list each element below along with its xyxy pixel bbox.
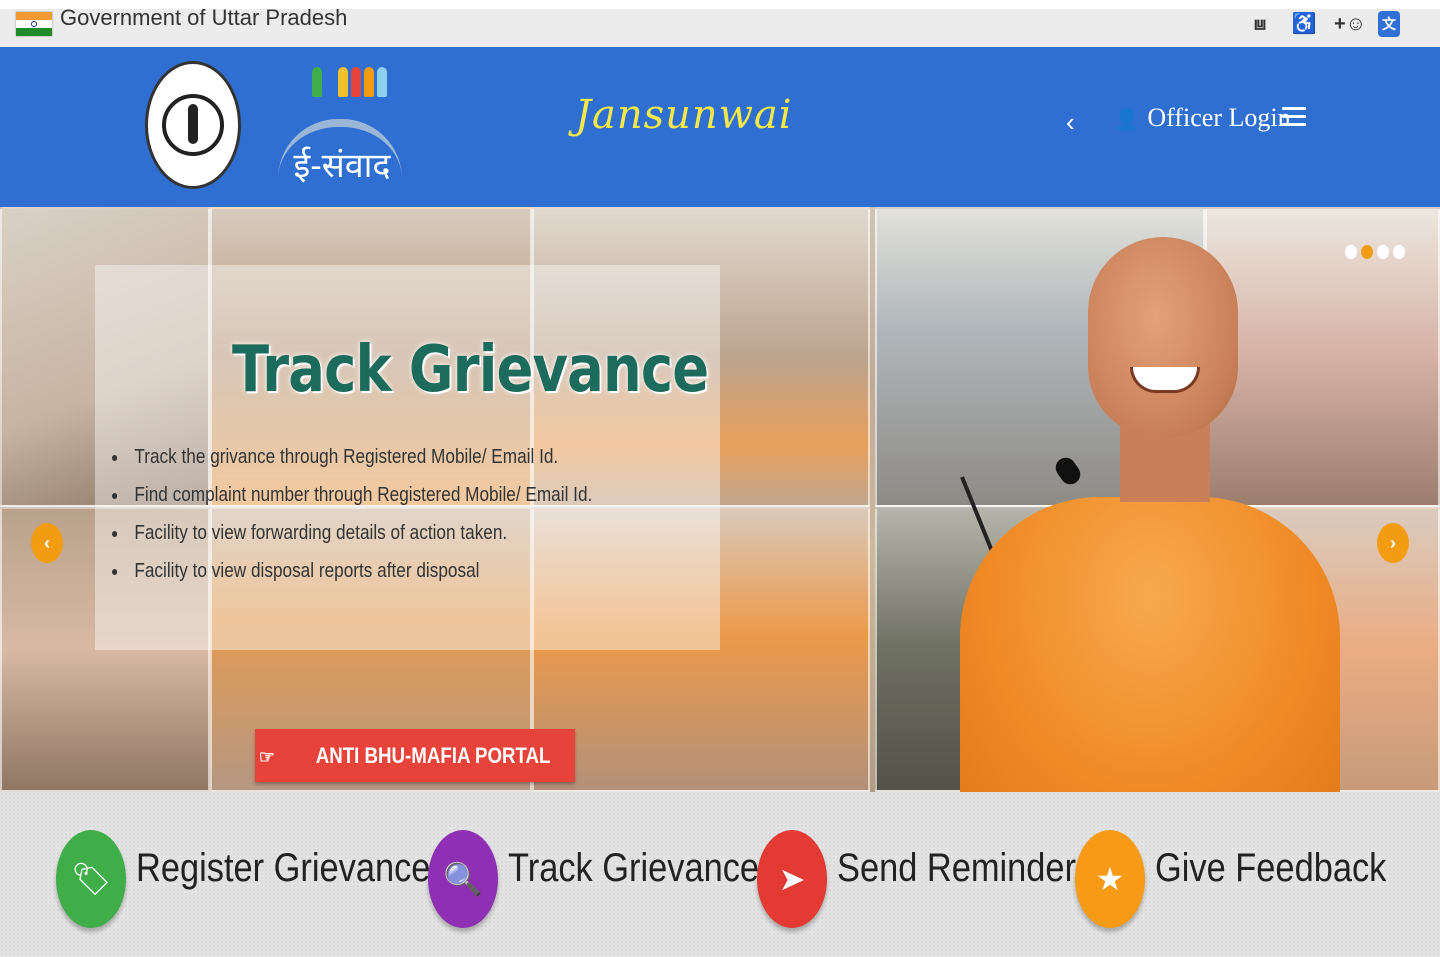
brand-title[interactable]: Jansunwai [575, 92, 793, 138]
search-icon: 🔍 [428, 830, 498, 928]
paper-plane-icon: ➤ [757, 830, 827, 928]
india-flag-icon [16, 12, 52, 36]
audio-icon[interactable]: ⩏ [1246, 10, 1274, 38]
list-item: Find complaint number through Registered… [112, 482, 592, 520]
register-grievance-label: Register Grievance [136, 846, 431, 890]
slide-feature-list: Track the grivance through Registered Mo… [112, 444, 670, 596]
share-icon[interactable]: ‹ [1066, 107, 1075, 138]
accessibility-icon[interactable]: ♿ [1290, 10, 1318, 38]
carousel-dot[interactable] [1393, 245, 1405, 259]
list-item: Facility to view disposal reports after … [112, 558, 592, 596]
uttar-pradesh-emblem-logo [145, 61, 241, 189]
track-grievance-label: Track Grievance [508, 846, 760, 890]
user-icon: 👤 [1114, 109, 1139, 131]
list-item: Facility to view forwarding details of a… [112, 520, 592, 558]
carousel-dot-active[interactable] [1361, 245, 1373, 259]
pointing-hand-icon: ☞ [258, 747, 275, 767]
officer-login-label: Officer Login [1147, 103, 1291, 132]
hero-carousel: Track Grievance Track the grivance throu… [0, 207, 1440, 792]
star-icon: ★ [1075, 830, 1145, 928]
top-bar: Government of Uttar Pradesh ⩏ ♿ +☺ 文 [0, 0, 1440, 47]
anti-bhu-mafia-portal-button[interactable]: ☞ ANTI BHU-MAFIA PORTAL [255, 729, 575, 782]
carousel-prev-button[interactable]: ‹ [31, 523, 63, 563]
give-feedback-label: Give Feedback [1155, 846, 1387, 890]
quick-actions-bar: 🏷 Register Grievance 🔍 Track Grievance ➤… [0, 792, 1440, 957]
carousel-next-button[interactable]: › [1377, 523, 1409, 563]
carousel-dot[interactable] [1345, 245, 1357, 259]
list-item: Track the grivance through Registered Mo… [112, 444, 592, 482]
anti-bhu-mafia-label: ANTI BHU-MAFIA PORTAL [315, 743, 551, 768]
esamvad-logo: ई-संवाद [272, 59, 412, 199]
government-title: Government of Uttar Pradesh [60, 5, 348, 30]
carousel-indicators [1345, 245, 1405, 259]
add-users-icon[interactable]: +☺ [1334, 10, 1366, 38]
slide-title: Track Grievance [232, 333, 709, 407]
esamvad-text: ई-संवाद [293, 146, 391, 186]
send-reminder-label: Send Reminder [837, 846, 1077, 890]
officer-login-link[interactable]: 👤 Officer Login [1114, 103, 1291, 133]
translate-icon[interactable]: 文 [1378, 11, 1400, 37]
carousel-dot[interactable] [1377, 245, 1389, 259]
site-header: ई-संवाद Jansunwai ‹ 👤 Officer Login [0, 47, 1440, 207]
menu-icon[interactable] [1282, 107, 1306, 131]
chief-minister-photo [960, 237, 1350, 792]
tag-icon: 🏷 [56, 830, 126, 928]
accessibility-toolbar: ⩏ ♿ +☺ 文 [1246, 9, 1400, 39]
